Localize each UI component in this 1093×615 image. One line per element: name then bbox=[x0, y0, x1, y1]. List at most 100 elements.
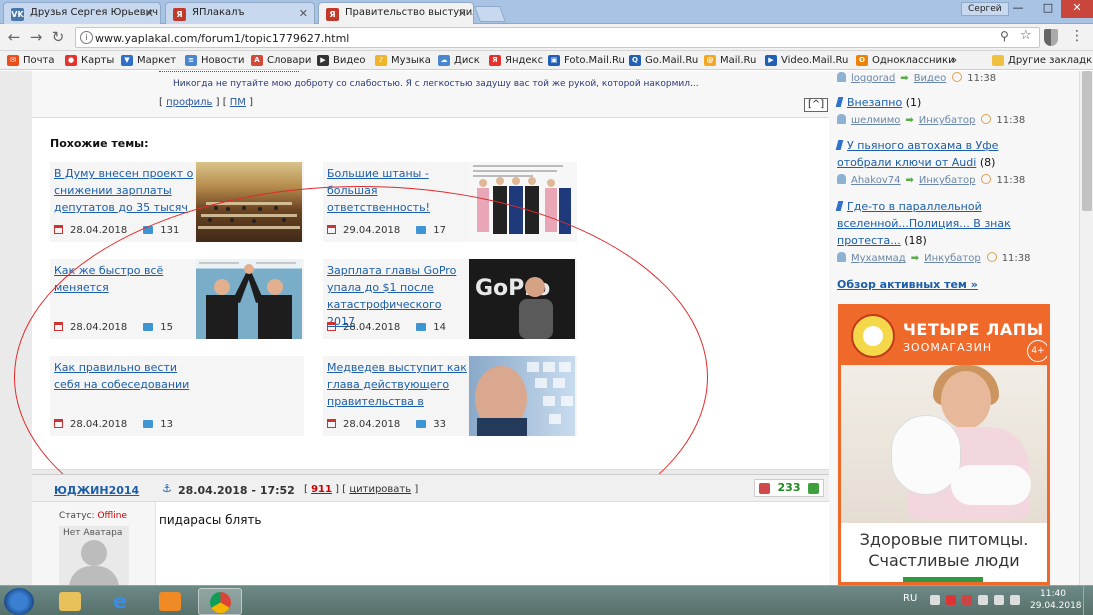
topic-link[interactable]: У пьяного автохама в Уфе bbox=[847, 139, 998, 152]
similar-topic-card[interactable]: Как же быстро всё меняется 28.04.2018 15 bbox=[50, 259, 304, 339]
similar-topic-card[interactable]: В Думу внесен проект о снижении зарплаты… bbox=[50, 162, 304, 242]
bookmark-mail-ru[interactable]: @ Mail.Ru bbox=[703, 53, 756, 68]
info-icon[interactable]: i bbox=[80, 31, 93, 44]
close-icon[interactable]: ✕ bbox=[458, 7, 467, 20]
minimize-button[interactable]: — bbox=[1003, 0, 1033, 18]
bookmark-go-mail[interactable]: Q Go.Mail.Ru bbox=[628, 53, 698, 68]
tray-antivirus-icon[interactable] bbox=[946, 595, 956, 605]
bookmark-video-mail[interactable]: ▶ Video.Mail.Ru bbox=[764, 53, 848, 68]
topic-category-link[interactable]: Видео bbox=[914, 73, 947, 84]
handshake-photo[interactable] bbox=[196, 259, 302, 339]
pm-link[interactable]: ПМ bbox=[230, 97, 246, 108]
taskbar-media-player[interactable] bbox=[148, 588, 192, 615]
topic-link[interactable]: Внезапно bbox=[847, 96, 902, 109]
parliament-photo[interactable] bbox=[196, 162, 302, 242]
rate-down-button[interactable] bbox=[759, 483, 770, 494]
bookmark-yandex[interactable]: Я Яндекс bbox=[488, 53, 543, 68]
yaplakal-icon: Я bbox=[173, 8, 186, 21]
topic-meta: loggorad ➡ Видео 11:38 bbox=[837, 72, 996, 84]
page-scrollbar[interactable] bbox=[1079, 71, 1093, 585]
scroll-up-button[interactable]: [^] bbox=[804, 98, 829, 112]
reload-button[interactable]: ↻ bbox=[48, 28, 68, 48]
show-desktop-button[interactable] bbox=[1083, 586, 1093, 615]
taskbar-internet-explorer[interactable]: e bbox=[98, 588, 142, 615]
profile-link[interactable]: профиль bbox=[166, 97, 212, 108]
topic-link[interactable]: вселенной...Полиция... В знак bbox=[837, 217, 1011, 230]
avatar[interactable]: Нет Аватара bbox=[59, 526, 129, 585]
address-input[interactable] bbox=[95, 30, 975, 46]
extension-shield-icon[interactable] bbox=[1044, 29, 1058, 46]
bookmarks-overflow-button[interactable]: » bbox=[951, 53, 957, 68]
similar-topic-link[interactable]: В Думу внесен проект о снижении зарплаты… bbox=[54, 165, 194, 216]
taskbar-explorer[interactable] bbox=[48, 588, 92, 615]
tab-yaplakal[interactable]: Я ЯПлакалъ ✕ bbox=[165, 2, 315, 24]
scrollbar-thumb[interactable] bbox=[1082, 71, 1092, 211]
new-tab-button[interactable] bbox=[474, 6, 506, 22]
topic-link[interactable]: Где-то в параллельной bbox=[847, 200, 982, 213]
topic-user-link[interactable]: Мухаммад bbox=[851, 253, 906, 264]
back-button[interactable]: ← bbox=[4, 28, 24, 48]
bookmark-other-folder[interactable]: Другие закладки bbox=[991, 53, 1093, 68]
similar-topic-link[interactable]: Зарплата главы GoPro упала до $1 после к… bbox=[327, 262, 467, 330]
topic-category-link[interactable]: Инкубатор bbox=[919, 175, 976, 186]
bookmark-novosti[interactable]: ≡ Новости bbox=[184, 53, 244, 68]
bookmark-pochta[interactable]: ✉ Почта bbox=[6, 53, 55, 68]
bookmark-slovari[interactable]: A Словари bbox=[250, 53, 311, 68]
close-icon[interactable]: ✕ bbox=[145, 7, 154, 20]
forward-button[interactable]: → bbox=[26, 28, 46, 48]
tab-vk[interactable]: VK Друзья Сергея Юрьевич ✕ bbox=[3, 2, 161, 24]
similar-topic-card[interactable]: Медведев выступит как глава действующего… bbox=[323, 356, 577, 436]
ad-cta-button[interactable] bbox=[903, 577, 983, 582]
gopro-photo[interactable]: GoPro bbox=[469, 259, 575, 339]
window-close-button[interactable]: ✕ bbox=[1061, 0, 1093, 18]
similar-topic-link[interactable]: Как же быстро всё меняется bbox=[54, 262, 194, 296]
start-button[interactable] bbox=[4, 588, 34, 615]
anchor-icon[interactable]: ⚓ bbox=[162, 482, 172, 495]
topic-link[interactable]: протеста... bbox=[837, 234, 901, 247]
taskbar-clock[interactable]: 11:40 29.04.2018 bbox=[1030, 588, 1082, 612]
tray-flag-icon[interactable] bbox=[994, 595, 1004, 605]
topic-category-link[interactable]: Инкубатор bbox=[924, 253, 981, 264]
topic-user-link[interactable]: Ahakov74 bbox=[851, 175, 901, 186]
similar-topic-link[interactable]: Большие штаны - большая ответственность! bbox=[327, 165, 467, 216]
putin-photo[interactable] bbox=[469, 356, 575, 436]
language-indicator[interactable]: RU bbox=[903, 593, 917, 604]
topic-link[interactable]: отобрали ключи от Audi bbox=[837, 156, 976, 169]
leaders-photo[interactable] bbox=[469, 162, 575, 242]
zoom-icon[interactable]: ⚲ bbox=[1000, 29, 1009, 43]
similar-topic-card[interactable]: Большие штаны - большая ответственность!… bbox=[323, 162, 577, 242]
bookmark-muzyka[interactable]: ♪ Музыка bbox=[374, 53, 431, 68]
rate-up-button[interactable] bbox=[808, 483, 819, 494]
post-author-link[interactable]: ЮДЖИН2014 bbox=[54, 484, 139, 497]
similar-topic-card[interactable]: Как правильно вести себя на собеседовани… bbox=[50, 356, 304, 436]
bookmark-star-icon[interactable]: ☆ bbox=[1020, 28, 1032, 43]
similar-topic-card[interactable]: Зарплата главы GoPro упала до $1 после к… bbox=[323, 259, 577, 339]
browser-menu-icon[interactable]: ⋮ bbox=[1070, 28, 1084, 44]
profile-button[interactable]: Сергей bbox=[961, 2, 1009, 16]
quote-link[interactable]: цитировать bbox=[349, 484, 411, 495]
taskbar-chrome[interactable] bbox=[198, 588, 242, 615]
bookmark-foto-mail[interactable]: ▣ Foto.Mail.Ru bbox=[547, 53, 625, 68]
bookmark-market[interactable]: ▼ Маркет bbox=[120, 53, 176, 68]
omnibox[interactable]: i ⚲ ☆ bbox=[75, 27, 1040, 48]
maximize-button[interactable]: □ bbox=[1033, 0, 1063, 18]
tab-government[interactable]: Я Правительство выступил ✕ bbox=[318, 2, 474, 25]
similar-topic-link[interactable]: Как правильно вести себя на собеседовани… bbox=[54, 359, 194, 393]
bookmark-video[interactable]: ▶ Видео bbox=[316, 53, 366, 68]
bookmark-disk[interactable]: ☁ Диск bbox=[437, 53, 480, 68]
bookmark-karty[interactable]: ● Карты bbox=[64, 53, 114, 68]
ad-banner[interactable]: ЧЕТЫРЕ ЛАПЫ ЗООМАГАЗИН 4+ Здоровые питом… bbox=[838, 304, 1050, 585]
tray-arrow-icon[interactable] bbox=[930, 595, 940, 605]
bookmark-odnoklassniki[interactable]: О Одноклассники bbox=[855, 53, 955, 68]
tray-network-icon[interactable] bbox=[978, 595, 988, 605]
topic-meta: шелмимо ➡ Инкубатор 11:38 bbox=[837, 114, 1025, 126]
topic-category-link[interactable]: Инкубатор bbox=[919, 115, 976, 126]
topic-user-link[interactable]: loggorad bbox=[851, 73, 895, 84]
similar-topic-link[interactable]: Медведев выступит как глава действующего… bbox=[327, 359, 467, 410]
topic-user-link[interactable]: шелмимо bbox=[851, 115, 900, 126]
active-topics-overview-link[interactable]: Обзор активных тем » bbox=[837, 278, 978, 291]
close-icon[interactable]: ✕ bbox=[299, 7, 308, 20]
tray-app-icon[interactable] bbox=[962, 595, 972, 605]
tray-volume-icon[interactable] bbox=[1010, 595, 1020, 605]
post-number-link[interactable]: 911 bbox=[311, 484, 332, 495]
